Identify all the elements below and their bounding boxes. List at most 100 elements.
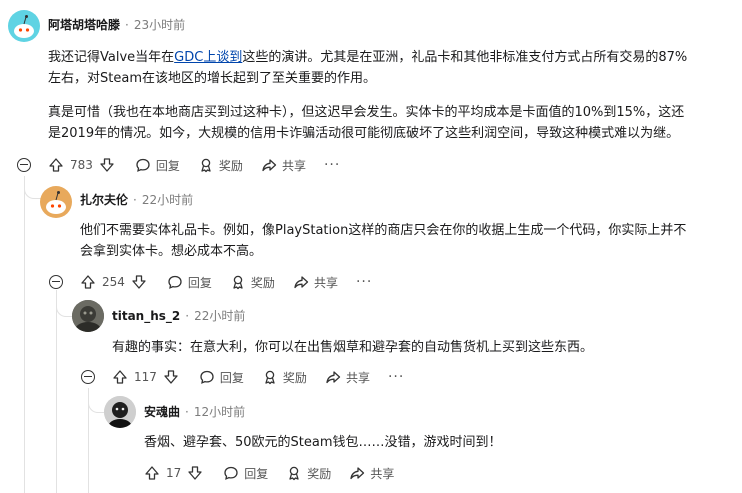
comment-meta: 阿塔胡塔哈滕 · 23小时前 — [48, 16, 185, 33]
downvote-icon[interactable] — [99, 157, 115, 173]
upvote-icon[interactable] — [48, 157, 64, 173]
comment-body: 有趣的事实：在意大利，你可以在出售烟草和避孕套的自动售货机上买到这些东西。 — [112, 337, 738, 358]
collapse-icon[interactable] — [17, 158, 31, 172]
paragraph-line: 他们不需要实体礼品卡。例如，像PlayStation这样的商店只会在你的收据上生… — [80, 223, 687, 238]
comment-meta: 扎尔夫伦 · 22小时前 — [80, 191, 193, 208]
share-button[interactable]: 共享 — [261, 157, 306, 174]
share-button[interactable]: 共享 — [325, 369, 370, 386]
award-button[interactable]: 奖励 — [262, 369, 307, 386]
reply-label: 回复 — [187, 275, 212, 290]
share-button[interactable]: 共享 — [293, 274, 338, 291]
vote-count: 17 — [166, 466, 182, 480]
more-options-button[interactable]: ··· — [356, 274, 372, 290]
collapse-icon[interactable] — [49, 275, 63, 289]
share-arrow-icon — [326, 371, 341, 384]
share-button[interactable]: 共享 — [349, 465, 394, 482]
paragraph-line: 香烟、避孕套、50欧元的Steam钱包……没错，游戏时间到！ — [144, 435, 502, 450]
reply-label: 回复 — [244, 466, 269, 481]
comment-bubble-icon — [168, 275, 182, 289]
award-button[interactable]: 奖励 — [230, 274, 275, 291]
upvote-icon[interactable] — [144, 465, 160, 481]
vote-count: 783 — [70, 158, 93, 172]
vote-control: 17 — [144, 465, 203, 481]
reply-button[interactable]: 回复 — [223, 465, 268, 482]
share-label: 共享 — [281, 158, 306, 173]
avatar[interactable] — [40, 186, 72, 218]
comment: 阿塔胡塔哈滕 · 23小时前 我还记得Valve当年在GDC上谈到这些的演讲。尤… — [0, 0, 742, 180]
author-name[interactable]: 扎尔夫伦 — [80, 191, 128, 208]
reply-button[interactable]: 回复 — [199, 369, 244, 386]
vote-count: 254 — [102, 275, 125, 289]
timestamp[interactable]: 12小时前 — [194, 403, 245, 420]
paragraph: 真是可惜（我也在本地商店买到过这种卡），但这迟早会发生。实体卡的平均成本是卡面值… — [48, 105, 685, 120]
vote-control: 117 — [112, 369, 179, 385]
comment: 安魂曲 · 12小时前 香烟、避孕套、50欧元的Steam钱包……没错，游戏时间… — [0, 390, 742, 493]
more-options-button[interactable]: ··· — [388, 369, 404, 385]
action-bar: 17 回复 奖励 共享 — [144, 463, 412, 483]
separator-dot: · — [185, 308, 190, 323]
timestamp[interactable]: 22小时前 — [142, 191, 193, 208]
award-button[interactable]: 奖励 — [198, 157, 243, 174]
comment-meta: titan_hs_2 · 22小时前 — [112, 307, 245, 324]
vote-control: 254 — [80, 274, 147, 290]
collapse-icon[interactable] — [81, 370, 95, 384]
photo-avatar-icon — [72, 300, 104, 332]
author-name[interactable]: 阿塔胡塔哈滕 — [48, 16, 120, 33]
comment-body: 香烟、避孕套、50欧元的Steam钱包……没错，游戏时间到！ — [144, 432, 738, 453]
comment-bubble-icon — [224, 466, 238, 480]
award-icon — [265, 370, 275, 385]
author-name[interactable]: titan_hs_2 — [112, 309, 180, 323]
award-icon — [201, 158, 211, 173]
vote-count: 117 — [134, 370, 157, 384]
more-options-button[interactable]: ··· — [324, 157, 340, 173]
paragraph-line: 会拿到实体卡。想必成本不高。 — [80, 244, 263, 259]
award-label: 奖励 — [218, 158, 243, 173]
action-bar: 783 回复 奖励 共享 ··· — [48, 155, 340, 175]
reply-button[interactable]: 回复 — [167, 274, 212, 291]
downvote-icon[interactable] — [131, 274, 147, 290]
avatar[interactable] — [8, 10, 40, 42]
downvote-icon[interactable] — [187, 465, 203, 481]
share-arrow-icon — [294, 276, 309, 289]
snoo-avatar-icon — [46, 191, 66, 214]
award-button[interactable]: 奖励 — [286, 465, 331, 482]
separator-dot: · — [185, 404, 189, 419]
share-arrow-icon — [262, 159, 277, 172]
award-label: 奖励 — [282, 370, 307, 385]
upvote-icon[interactable] — [80, 274, 96, 290]
award-icon — [289, 466, 299, 481]
share-arrow-icon — [350, 467, 365, 480]
action-bar: 117 回复 奖励 共享 ··· — [112, 367, 404, 387]
downvote-icon[interactable] — [163, 369, 179, 385]
author-name[interactable]: 安魂曲 — [144, 403, 180, 420]
comment-bubble-icon — [200, 370, 214, 384]
share-label: 共享 — [313, 275, 338, 290]
upvote-icon[interactable] — [112, 369, 128, 385]
reply-label: 回复 — [219, 370, 244, 385]
paragraph-line: 左右，对Steam在该地区的增长起到了至关重要的作用。 — [48, 71, 376, 86]
paragraph: 我还记得Valve当年在GDC上谈到这些的演讲。尤其是在亚洲，礼品卡和其他非标准… — [48, 47, 738, 68]
paragraph-line: 是2019年的情况。如今，大规模的信用卡诈骗活动很可能彻底破坏了这些利润空间，导… — [48, 126, 680, 141]
comment-bubble-icon — [136, 158, 150, 172]
text-segment: 我还记得Valve当年在 — [48, 50, 175, 65]
vote-control: 783 — [48, 157, 115, 173]
reply-button[interactable]: 回复 — [135, 157, 180, 174]
award-label: 奖励 — [250, 275, 275, 290]
timestamp[interactable]: 23小时前 — [134, 16, 185, 33]
share-label: 共享 — [345, 370, 370, 385]
award-icon — [233, 275, 243, 290]
gdc-link[interactable]: GDC上谈到 — [174, 50, 242, 65]
comment-body: 他们不需要实体礼品卡。例如，像PlayStation这样的商店只会在你的收据上生… — [80, 220, 738, 262]
comment: titan_hs_2 · 22小时前 有趣的事实：在意大利，你可以在出售烟草和避… — [0, 290, 742, 390]
paragraph-line: 有趣的事实：在意大利，你可以在出售烟草和避孕套的自动售货机上买到这些东西。 — [112, 340, 594, 355]
comment-meta: 安魂曲 · 12小时前 — [144, 403, 245, 420]
text-segment: 这些的演讲。尤其是在亚洲，礼品卡和其他非标准支付方式占所有交易的87% — [242, 50, 688, 65]
share-label: 共享 — [370, 466, 395, 481]
avatar[interactable] — [72, 300, 104, 332]
reply-label: 回复 — [155, 158, 180, 173]
comment: 扎尔夫伦 · 22小时前 他们不需要实体礼品卡。例如，像PlayStation这… — [0, 180, 742, 290]
award-label: 奖励 — [307, 466, 332, 481]
timestamp[interactable]: 22小时前 — [194, 307, 245, 324]
avatar[interactable] — [104, 396, 136, 428]
snoo-avatar-icon — [14, 15, 34, 38]
